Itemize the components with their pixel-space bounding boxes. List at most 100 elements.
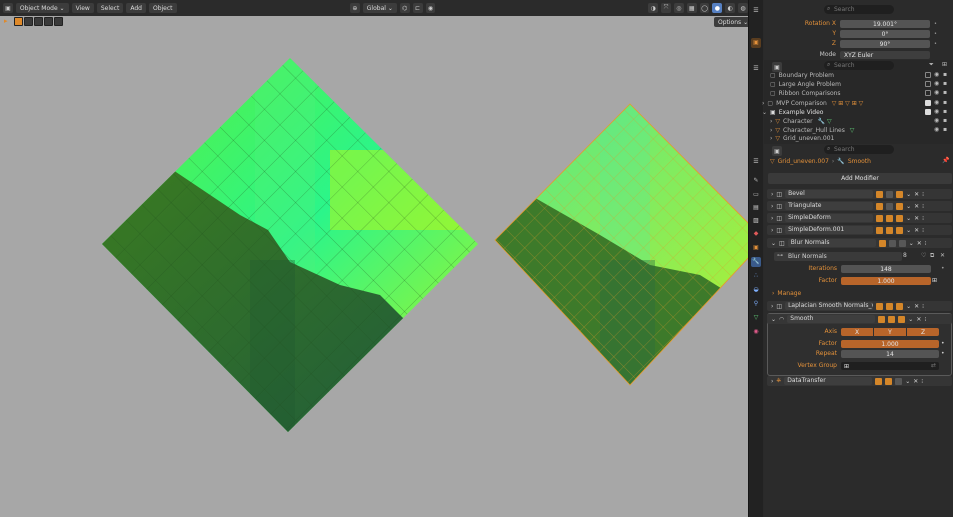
large-mesh-object[interactable] <box>100 50 500 460</box>
chevron-right-icon[interactable]: › <box>771 227 773 234</box>
exclude-checkbox[interactable] <box>925 81 931 87</box>
exclude-checkbox[interactable] <box>925 100 931 106</box>
smooth-factor-field[interactable]: 1.000 <box>841 340 939 348</box>
chevron-right-icon[interactable]: › <box>770 135 772 142</box>
keyframe-dot-icon[interactable]: • <box>934 41 940 47</box>
modifier-name[interactable]: Laplacian Smooth Normals_v1.0.0 <box>785 302 874 310</box>
viewport-toggle-icon[interactable] <box>886 302 894 310</box>
snap-icon[interactable]: ⊏ <box>412 3 423 13</box>
chevron-down-icon[interactable]: ⌄ <box>771 240 776 247</box>
rotation-y-field[interactable]: 0° <box>840 30 930 38</box>
drag-handle-icon[interactable]: ⁝ <box>922 191 924 198</box>
viewport-toggle-icon[interactable] <box>885 377 893 385</box>
chevron-down-icon[interactable]: ⌄ <box>771 316 776 323</box>
rotation-x-field[interactable]: 19.001° <box>840 20 930 28</box>
attribute-toggle-icon[interactable]: ⊞ <box>932 277 937 284</box>
outliner-item[interactable]: › ▽ Grid_uneven.001 <box>770 135 834 142</box>
invert-icon[interactable]: ⇄ <box>931 362 936 369</box>
exclude-checkbox[interactable] <box>925 72 931 78</box>
overlays-icon[interactable]: ◎ <box>673 3 684 13</box>
new-collection-icon[interactable]: ⊞ <box>942 61 947 68</box>
chevron-down-icon[interactable]: ⌄ <box>906 191 911 198</box>
render-toggle-icon[interactable] <box>898 315 906 323</box>
render-toggle-icon[interactable] <box>896 190 904 198</box>
eye-icon[interactable]: ◉ <box>934 126 939 133</box>
camera-icon[interactable]: ▪ <box>943 80 947 87</box>
editor-type-icon[interactable]: ☰ <box>751 6 761 16</box>
gizmo-icon[interactable]: ⤧ <box>661 3 671 13</box>
rotation-z-field[interactable]: 90° <box>840 40 930 48</box>
view-layer-tab-icon[interactable]: ▨ <box>751 216 761 226</box>
constraints-tab-icon[interactable]: ⚲ <box>751 299 761 309</box>
eye-icon[interactable]: ◉ <box>934 80 939 87</box>
material-shading-icon[interactable]: ◐ <box>725 3 736 13</box>
viewport-scene[interactable] <box>0 0 748 517</box>
chevron-down-icon[interactable]: ⌄ <box>906 215 911 222</box>
render-toggle-icon[interactable] <box>896 226 904 234</box>
keyframe-dot-icon[interactable]: • <box>941 265 945 272</box>
drag-handle-icon[interactable]: ⁝ <box>924 316 926 323</box>
render-toggle-icon[interactable] <box>895 377 903 385</box>
chevron-right-icon[interactable]: › <box>771 303 773 310</box>
keyframe-dot-icon[interactable]: • <box>941 350 945 357</box>
solid-shading-icon[interactable]: ● <box>712 3 723 13</box>
filter-icon[interactable]: ⏷ <box>929 61 934 69</box>
eye-icon[interactable]: ◉ <box>934 117 939 124</box>
chevron-right-icon[interactable]: › <box>762 100 764 107</box>
add-modifier-button[interactable]: Add Modifier <box>768 173 952 184</box>
tool-tab-icon[interactable]: ✎ <box>751 176 761 186</box>
modifier-name[interactable]: Blur Normals <box>787 239 876 247</box>
output-tab-icon[interactable]: ▤ <box>751 203 761 213</box>
close-icon[interactable]: ✕ <box>914 203 919 210</box>
modifier-search[interactable]: Search <box>824 145 894 154</box>
modifier-row-triangulate[interactable]: › ◫ Triangulate ⌄ ✕ ⁝ <box>767 201 952 211</box>
edit-mode-toggle-icon[interactable] <box>876 302 884 310</box>
rotation-mode-dropdown[interactable]: XYZ Euler <box>840 51 930 59</box>
render-toggle-icon[interactable] <box>896 202 904 210</box>
drag-handle-icon[interactable]: ⁝ <box>922 215 924 222</box>
chevron-down-icon[interactable]: ⌄ <box>906 203 911 210</box>
proportional-edit-icon[interactable]: ◉ <box>425 3 436 13</box>
mode-dropdown[interactable]: Object Mode ⌄ <box>15 3 69 13</box>
object-properties-icon[interactable]: ▣ <box>751 243 761 253</box>
select-invert-icon[interactable] <box>44 17 53 26</box>
repeat-field[interactable]: 14 <box>841 350 939 358</box>
menu-object[interactable]: Object <box>148 3 177 13</box>
close-icon[interactable]: ✕ <box>914 215 919 222</box>
modifier-tab-icon[interactable]: 🔧 <box>751 257 761 267</box>
viewport-toggle-icon[interactable] <box>886 226 894 234</box>
modifier-name[interactable]: Triangulate <box>785 202 874 210</box>
camera-icon[interactable]: ▪ <box>943 99 947 106</box>
chevron-down-icon[interactable]: ⌄ <box>906 303 911 310</box>
chevron-down-icon[interactable]: ⌄ <box>909 240 914 247</box>
menu-view[interactable]: View <box>71 3 94 13</box>
xray-icon[interactable]: ▦ <box>686 3 697 13</box>
properties-editor-icon[interactable]: ☰ <box>751 157 761 167</box>
edit-mode-toggle-icon[interactable] <box>878 315 886 323</box>
select-subtract-icon[interactable] <box>34 17 43 26</box>
drag-handle-icon[interactable]: ⁝ <box>925 240 927 247</box>
select-box-icon[interactable] <box>14 17 23 26</box>
chevron-down-icon[interactable]: ⌄ <box>906 227 911 234</box>
outliner-item[interactable]: ▢ Boundary Problem <box>770 71 834 80</box>
close-icon[interactable]: ✕ <box>916 316 921 323</box>
chevron-right-icon[interactable]: › <box>771 203 773 210</box>
modifier-row-simpledeform[interactable]: › ◫ SimpleDeform ⌄ ✕ ⁝ <box>767 213 952 223</box>
wireframe-shading-icon[interactable]: ◯ <box>699 3 710 13</box>
render-toggle-icon[interactable] <box>896 214 904 222</box>
chevron-down-icon[interactable]: ⌄ <box>762 109 767 116</box>
eye-icon[interactable]: ◉ <box>934 89 939 96</box>
modifier-name[interactable]: DataTransfer <box>784 377 873 385</box>
render-tab-icon[interactable]: ▭ <box>751 190 761 200</box>
outliner-search[interactable]: Search <box>824 61 894 70</box>
outliner-item[interactable]: › ▽ Character 🔧 ▽ <box>770 117 832 126</box>
chevron-down-icon[interactable]: ⌄ <box>905 378 910 385</box>
modifier-row-smooth[interactable]: ⌄ ◠ Smooth ⌄ ✕ ⁝ <box>767 314 952 324</box>
edit-mode-toggle-icon[interactable] <box>876 214 884 222</box>
outliner-item[interactable]: › ▽ Character_Hull Lines ▽ <box>770 126 854 135</box>
eye-icon[interactable]: ◉ <box>934 71 939 78</box>
chevron-right-icon[interactable]: › <box>770 127 772 134</box>
chevron-right-icon[interactable]: › <box>771 215 773 222</box>
bn-factor-field[interactable]: 1.000 <box>841 277 931 285</box>
drag-handle-icon[interactable]: ⁝ <box>922 227 924 234</box>
